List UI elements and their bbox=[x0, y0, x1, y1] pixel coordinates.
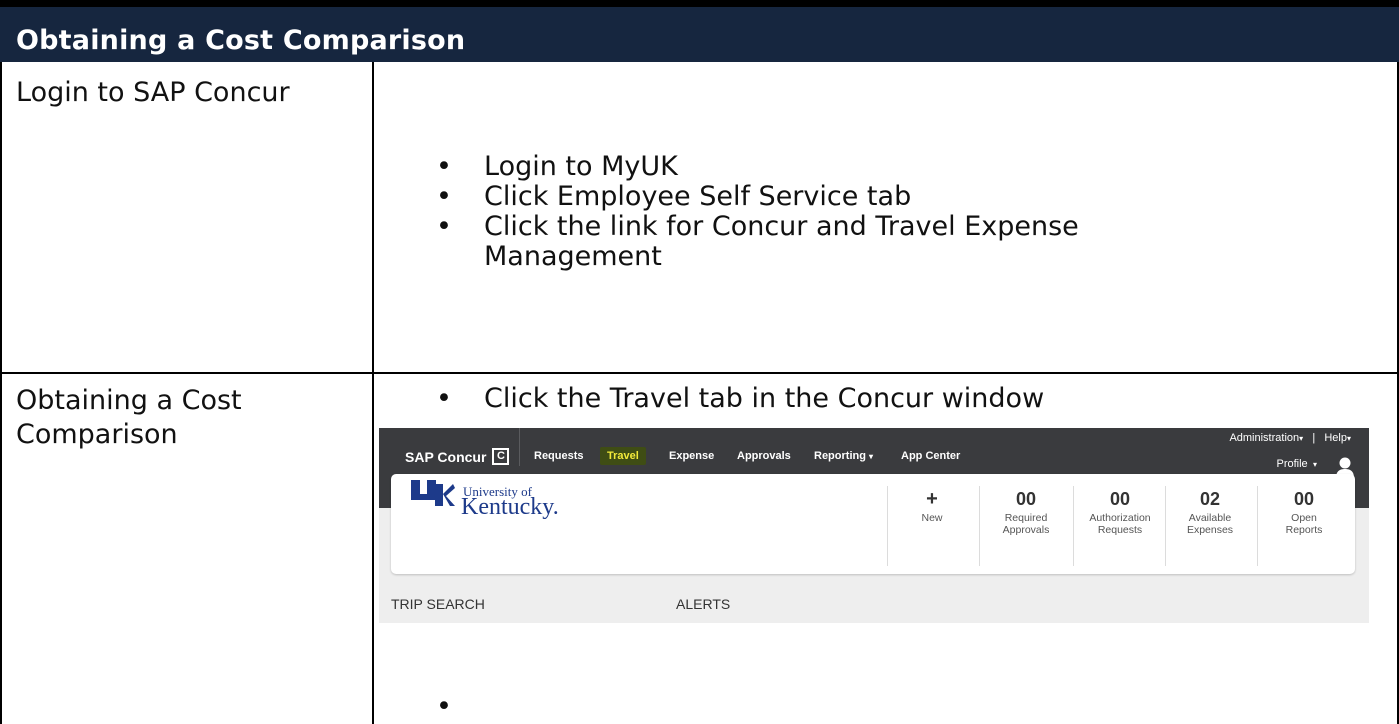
brand-label: SAP Concur bbox=[405, 448, 487, 465]
stat-divider bbox=[1165, 486, 1166, 566]
list-item bbox=[436, 692, 736, 722]
row-label-cost-comparison: Obtaining a Cost Comparison bbox=[16, 385, 242, 450]
stat-divider bbox=[887, 486, 888, 566]
row-label-login: Login to SAP Concur bbox=[16, 77, 290, 108]
caret-down-icon: ▾ bbox=[1346, 434, 1351, 443]
list-item: Click the link for Concur and Travel Exp… bbox=[436, 212, 1204, 272]
nav-separator: | bbox=[1312, 432, 1316, 444]
stat-label-line-2: Expenses bbox=[1186, 524, 1234, 536]
nav-right-links: Administration▾ | Help▾ bbox=[1229, 432, 1351, 444]
university-of-kentucky-logo: University of Kentucky. bbox=[411, 480, 559, 520]
trip-search-heading[interactable]: TRIP SEARCH bbox=[391, 596, 485, 612]
concur-c-icon: C bbox=[492, 448, 510, 465]
new-label: New bbox=[921, 512, 943, 524]
nav-item-reporting[interactable]: Reporting ▾ bbox=[814, 450, 873, 462]
table-row-divider bbox=[0, 372, 1399, 374]
logo-text-main: Kentucky. bbox=[461, 494, 559, 520]
table-title: Obtaining a Cost Comparison bbox=[16, 25, 466, 56]
nav-item-app-center[interactable]: App Center bbox=[901, 450, 960, 462]
stat-count: 00 bbox=[1109, 489, 1131, 509]
nav-item-approvals[interactable]: Approvals bbox=[737, 450, 791, 462]
table-title-bar: Obtaining a Cost Comparison bbox=[0, 0, 1399, 62]
list-item: Login to MyUK bbox=[436, 152, 1266, 183]
stat-divider bbox=[1073, 486, 1074, 566]
plus-icon: + bbox=[926, 488, 938, 510]
nav-item-requests[interactable]: Requests bbox=[534, 450, 584, 462]
profile-label: Profile bbox=[1276, 458, 1308, 470]
stat-required-approvals[interactable]: 00 Required Approvals bbox=[983, 490, 1069, 536]
dashboard-card: University of Kentucky. + New 00 Require… bbox=[391, 474, 1355, 574]
caret-down-icon: ▾ bbox=[1299, 434, 1304, 443]
nav-item-travel[interactable]: Travel bbox=[600, 447, 646, 465]
stat-label-line-1: Available bbox=[1188, 512, 1232, 524]
cost-steps-list: Click the Travel tab in the Concur windo… bbox=[436, 384, 1376, 415]
stat-count: 00 bbox=[1015, 489, 1037, 509]
cost-steps-list-continued bbox=[436, 692, 736, 722]
caret-down-icon: ▾ bbox=[1310, 460, 1317, 469]
administration-menu[interactable]: Administration▾ bbox=[1229, 432, 1303, 444]
stat-count: 00 bbox=[1293, 489, 1315, 509]
uk-mark-icon bbox=[411, 480, 455, 506]
stat-label-line-2: Reports bbox=[1285, 524, 1323, 536]
administration-label: Administration bbox=[1229, 432, 1300, 444]
stat-label-line-2: Requests bbox=[1097, 524, 1143, 536]
table-column-divider bbox=[372, 62, 374, 724]
nav-item-reporting-label: Reporting bbox=[814, 450, 866, 462]
stat-divider bbox=[979, 486, 980, 566]
alerts-heading[interactable]: ALERTS bbox=[676, 596, 730, 612]
stat-authorization-requests[interactable]: 00 Authorization Requests bbox=[1077, 490, 1163, 536]
help-menu[interactable]: Help▾ bbox=[1324, 432, 1351, 444]
nav-item-expense[interactable]: Expense bbox=[669, 450, 714, 462]
stat-count: 02 bbox=[1199, 489, 1221, 509]
stat-label-line-1: Authorization bbox=[1089, 512, 1151, 524]
stat-label-line-2: Approvals bbox=[1002, 524, 1050, 536]
stat-available-expenses[interactable]: 02 Available Expenses bbox=[1167, 490, 1253, 536]
list-item: Click the Travel tab in the Concur windo… bbox=[436, 384, 1376, 415]
help-label: Help bbox=[1324, 432, 1347, 444]
stat-label-line-1: Required bbox=[1004, 512, 1048, 524]
stat-label-line-1: Open bbox=[1291, 512, 1317, 524]
new-button[interactable]: + New bbox=[897, 488, 967, 524]
list-item: Click Employee Self Service tab bbox=[436, 182, 1266, 213]
concur-screenshot: SAP Concur C Requests Travel Expense App… bbox=[379, 428, 1369, 623]
caret-down-icon: ▾ bbox=[869, 452, 874, 461]
profile-menu[interactable]: Profile ▾ bbox=[1277, 458, 1318, 470]
table-border-left bbox=[0, 62, 2, 724]
nav-divider bbox=[519, 428, 520, 466]
login-steps-list: Login to MyUK Click Employee Self Servic… bbox=[436, 152, 1266, 272]
stat-divider bbox=[1257, 486, 1258, 566]
document-table: Obtaining a Cost Comparison Login to SAP… bbox=[0, 0, 1399, 724]
concur-brand[interactable]: SAP Concur C bbox=[405, 448, 510, 465]
stat-open-reports[interactable]: 00 Open Reports bbox=[1261, 490, 1347, 536]
